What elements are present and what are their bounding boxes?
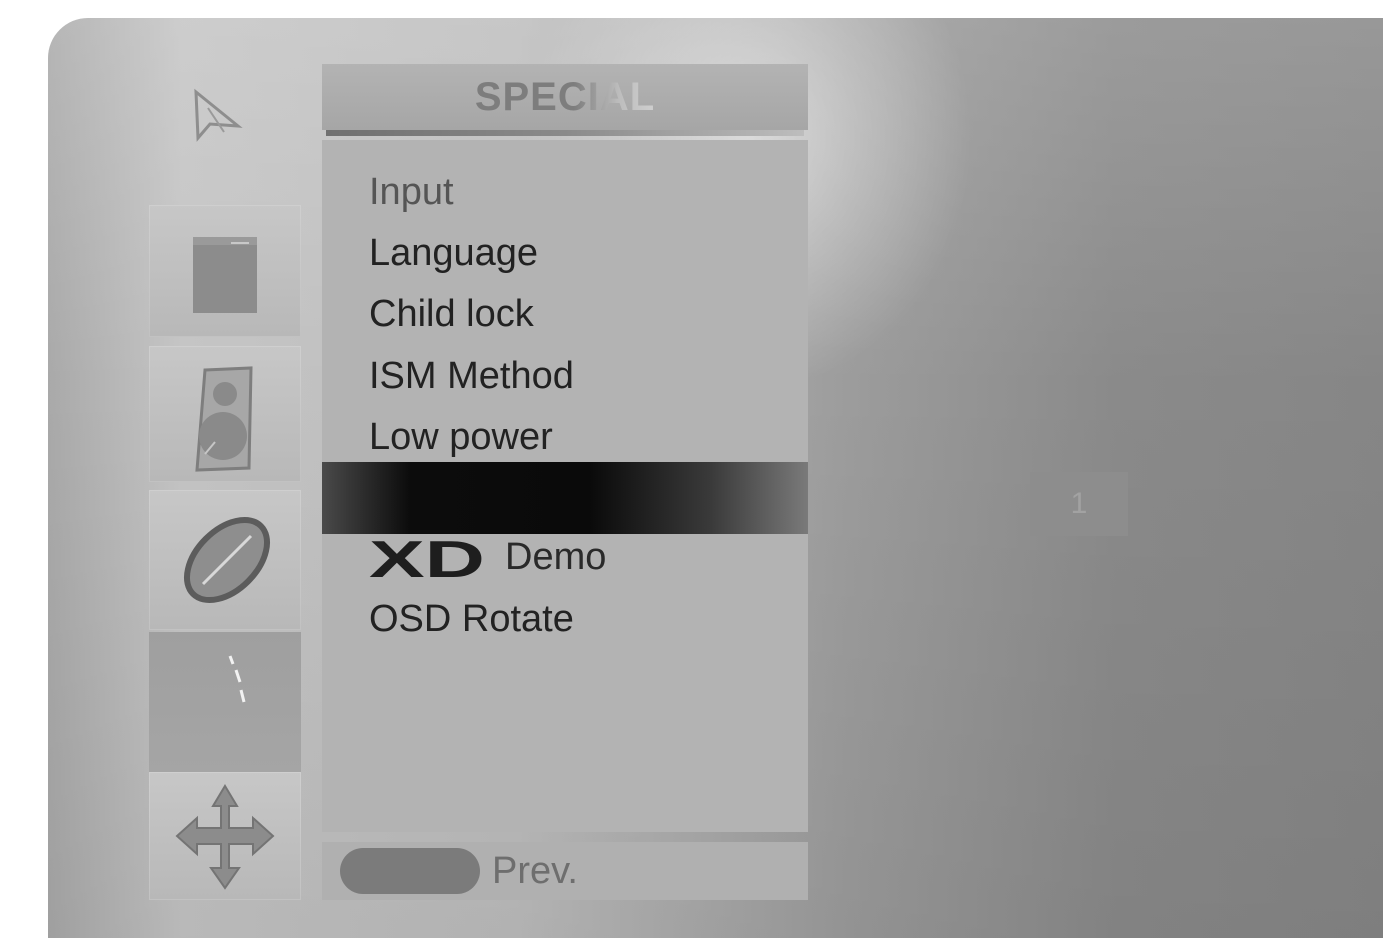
menu-item-osd-rotate[interactable]: OSD Rotate [369,597,574,641]
menu-item-low-power[interactable]: Low power [369,415,553,459]
xd-logo-text: XD [369,535,485,579]
category-special[interactable] [149,772,301,900]
special-icon [175,784,275,890]
pointer-icon [194,88,243,142]
category-time[interactable] [149,490,301,630]
menu-item-selected[interactable] [322,462,808,534]
value-display: 1 [1030,472,1128,536]
sound-icon [195,366,253,472]
sparkle-icon [228,655,246,703]
prev-button-icon[interactable] [340,848,480,894]
prev-label: Prev. [492,849,578,892]
category-picture[interactable] [149,205,301,337]
menu-item-child-lock[interactable]: Child lock [369,292,534,336]
menu-title-bar: SPECIAL [322,64,808,130]
category-sound[interactable] [149,346,301,482]
time-icon [183,516,271,604]
menu-item-input[interactable]: Input [369,170,454,214]
footer-bar: Prev. [322,842,808,900]
xd-demo-label: Demo [505,536,607,578]
menu-item-ism-method[interactable]: ISM Method [369,354,574,398]
xd-logo-icon: XD [369,535,485,579]
title-divider [326,130,804,136]
menu-title: SPECIAL [474,74,656,119]
picture-icon [193,237,257,313]
menu-item-xd-demo[interactable]: XD Demo [369,535,606,579]
menu-item-language[interactable]: Language [369,231,538,275]
